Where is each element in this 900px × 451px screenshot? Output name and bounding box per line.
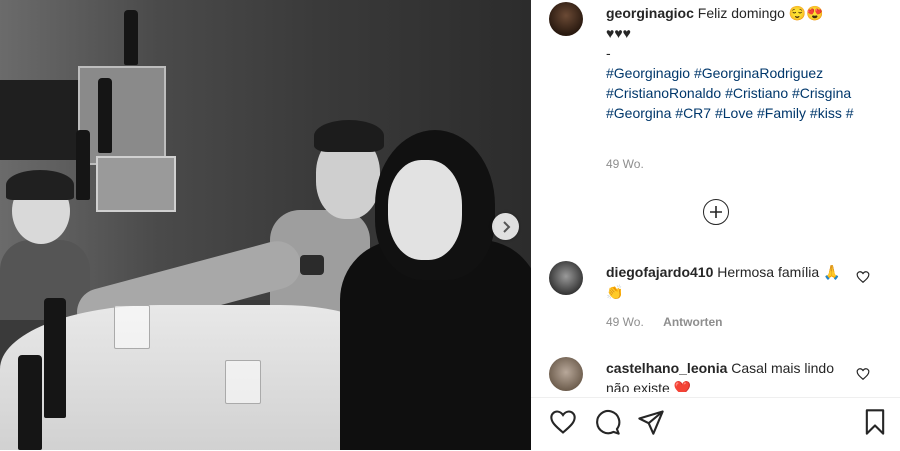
next-photo-button[interactable]: [492, 213, 519, 240]
share-button[interactable]: [637, 408, 665, 436]
hashtag-list: #Georginagio #GeorginaRodriguez #Cristia…: [606, 65, 854, 121]
water-glass: [225, 360, 261, 404]
table-bottle: [18, 355, 42, 450]
photo-person-woman: [340, 130, 531, 450]
hashtag-link[interactable]: #Family: [757, 105, 806, 121]
hashtag-link[interactable]: #Georgina: [606, 105, 671, 121]
heart-icon: [550, 410, 576, 434]
caption-hearts: ♥♥♥: [606, 25, 631, 41]
water-glass: [114, 305, 150, 349]
comment-item: diegofajardo410 Hermosa família 🙏👏: [606, 262, 856, 302]
commenter-avatar[interactable]: [549, 357, 583, 391]
save-button[interactable]: [861, 408, 889, 436]
caption-text: Feliz domingo 😌😍: [697, 5, 824, 21]
comment-like-icon[interactable]: [856, 367, 870, 381]
comment-meta: 49 Wo. Antworten: [606, 315, 738, 329]
load-more-comments-button[interactable]: [703, 199, 729, 225]
hashtag-link[interactable]: #Georginagio: [606, 65, 690, 81]
like-button[interactable]: [549, 408, 577, 436]
commenter-avatar[interactable]: [549, 261, 583, 295]
reply-button[interactable]: Antworten: [663, 315, 722, 329]
author-avatar[interactable]: [549, 2, 583, 36]
hashtag-link[interactable]: #: [846, 105, 854, 121]
chevron-right-icon: [502, 220, 510, 233]
comment-button[interactable]: [593, 408, 621, 436]
commenter-username[interactable]: diegofajardo410: [606, 264, 713, 280]
post-photo: [0, 0, 531, 450]
hashtag-link[interactable]: #kiss: [810, 105, 842, 121]
comment-item: castelhano_leonia Casal mais lindo não e…: [606, 358, 856, 392]
paper-plane-icon: [638, 410, 664, 435]
hashtag-link[interactable]: #Crisgina: [792, 85, 851, 101]
comment-bubble-icon: [596, 410, 621, 435]
hashtag-link[interactable]: #GeorginaRodriguez: [694, 65, 823, 81]
post-details-panel: georginagioc Feliz domingo 😌😍 ♥♥♥ - #Geo…: [531, 0, 900, 451]
post-action-bar: [531, 397, 900, 451]
hashtag-link[interactable]: #CR7: [675, 105, 711, 121]
post-age[interactable]: 49 Wo.: [606, 157, 644, 171]
author-username[interactable]: georginagioc: [606, 5, 694, 21]
hashtag-link[interactable]: #CristianoRonaldo: [606, 85, 721, 101]
caption-dash: -: [606, 45, 611, 61]
commenter-username[interactable]: castelhano_leonia: [606, 360, 727, 376]
table-bottle: [44, 298, 66, 418]
comment-age[interactable]: 49 Wo.: [606, 315, 644, 329]
hashtag-link[interactable]: #Love: [715, 105, 753, 121]
comment-like-icon[interactable]: [856, 270, 870, 284]
hashtag-link[interactable]: #Cristiano: [725, 85, 788, 101]
wine-bottle: [124, 10, 138, 65]
wall-sign: [0, 80, 80, 160]
bookmark-icon: [865, 409, 885, 435]
post-caption: georginagioc Feliz domingo 😌😍 ♥♥♥ - #Geo…: [606, 3, 881, 123]
plus-circle-icon: [710, 206, 722, 218]
